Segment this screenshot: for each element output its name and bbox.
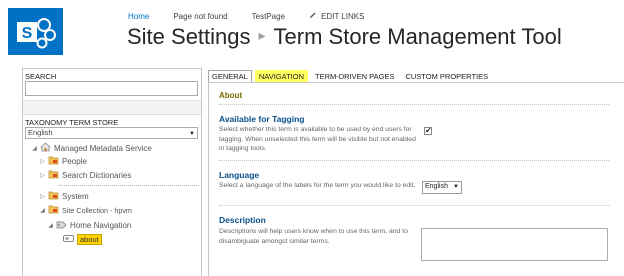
expand-arrow-icon[interactable]: ▷	[39, 193, 46, 200]
language-select-value: English	[425, 183, 448, 190]
taxonomy-panel: SEARCH TAXONOMY TERM STORE English ▼ ◢ M…	[22, 68, 202, 276]
search-input[interactable]	[25, 81, 198, 96]
term-name-heading: About	[219, 91, 243, 100]
breadcrumb-site-settings[interactable]: Site Settings	[127, 24, 251, 49]
tree-node-label: System	[62, 191, 89, 201]
description-textarea[interactable]	[421, 228, 608, 261]
description-heading: Description	[219, 215, 266, 225]
tree-node-people[interactable]: ▷ People	[39, 155, 87, 167]
tree-node-label: Home Navigation	[70, 220, 132, 230]
search-label: SEARCH	[25, 72, 57, 81]
tree-node-site-collection[interactable]: ◢ Site Collection - hpvm	[39, 204, 132, 216]
term-store-label: TAXONOMY TERM STORE	[25, 118, 119, 127]
folder-icon	[48, 169, 59, 181]
tree-node-about[interactable]: about	[63, 233, 102, 245]
checkmark-icon: ✔	[425, 126, 432, 135]
available-for-tagging-checkbox[interactable]: ✔	[424, 127, 432, 135]
sharepoint-logo-icon: S	[17, 18, 56, 49]
home-icon	[39, 142, 52, 154]
tree-node-search-dictionaries[interactable]: ▷ Search Dictionaries	[39, 169, 131, 181]
section-divider	[219, 205, 609, 206]
term-icon	[63, 234, 74, 245]
folder-icon	[48, 204, 59, 216]
tree-node-label: Search Dictionaries	[62, 170, 132, 180]
section-divider	[219, 104, 609, 105]
language-select[interactable]: English ▼	[422, 181, 462, 194]
tree-node-managed-metadata-service[interactable]: ◢ Managed Metadata Service	[31, 142, 152, 154]
nav-item-page-not-found[interactable]: Page not found	[173, 12, 227, 21]
pencil-icon	[309, 11, 317, 21]
language-heading: Language	[219, 170, 260, 180]
folder-icon	[48, 190, 59, 202]
tree-node-label: People	[62, 156, 87, 166]
chevron-down-icon: ▼	[189, 131, 195, 137]
svg-text:S: S	[22, 25, 33, 42]
expand-arrow-icon[interactable]: ▷	[39, 172, 46, 179]
tab-underline	[208, 82, 624, 83]
content-frame-border	[208, 82, 209, 276]
edit-links-label: EDIT LINKS	[320, 11, 365, 21]
tree-node-label: Site Collection - hpvm	[62, 205, 132, 215]
panel-divider	[23, 100, 201, 115]
collapse-arrow-icon[interactable]: ◢	[39, 207, 46, 214]
nav-item-testpage[interactable]: TestPage	[252, 12, 285, 21]
sharepoint-logo[interactable]: S	[8, 8, 63, 55]
tag-icon	[56, 219, 67, 231]
edit-links-button[interactable]: EDIT LINKS	[309, 11, 364, 21]
tree-node-label-selected: about	[77, 233, 102, 245]
folder-icon	[48, 155, 59, 167]
language-description: Select a language of the labels for the …	[219, 182, 416, 189]
tree-node-label: Managed Metadata Service	[54, 143, 152, 153]
available-for-tagging-heading: Available for Tagging	[219, 114, 305, 124]
page-title: Site Settings ▸ Term Store Management Tool	[127, 24, 562, 50]
tree-node-system[interactable]: ▷ System	[39, 190, 89, 202]
description-help-text: Descriptions will help users know when t…	[219, 228, 408, 245]
breadcrumb-current-page: Term Store Management Tool	[273, 24, 562, 49]
term-store-language-select[interactable]: English ▼	[25, 127, 198, 139]
tree-node-home-navigation[interactable]: ◢ Home Navigation	[47, 219, 131, 231]
section-divider	[219, 160, 609, 161]
expand-arrow-icon[interactable]: ▷	[39, 158, 46, 165]
available-for-tagging-description: Select whether this term is available to…	[219, 126, 416, 152]
top-navigation: Home Page not found TestPage EDIT LINKS	[128, 11, 364, 21]
collapse-arrow-icon[interactable]: ◢	[31, 145, 38, 152]
tree-divider	[59, 185, 199, 186]
chevron-down-icon: ▼	[453, 184, 459, 190]
nav-item-home[interactable]: Home	[128, 12, 149, 21]
collapse-arrow-icon[interactable]: ◢	[47, 222, 54, 229]
breadcrumb-separator: ▸	[258, 27, 266, 43]
term-store-language-value: English	[28, 128, 53, 137]
